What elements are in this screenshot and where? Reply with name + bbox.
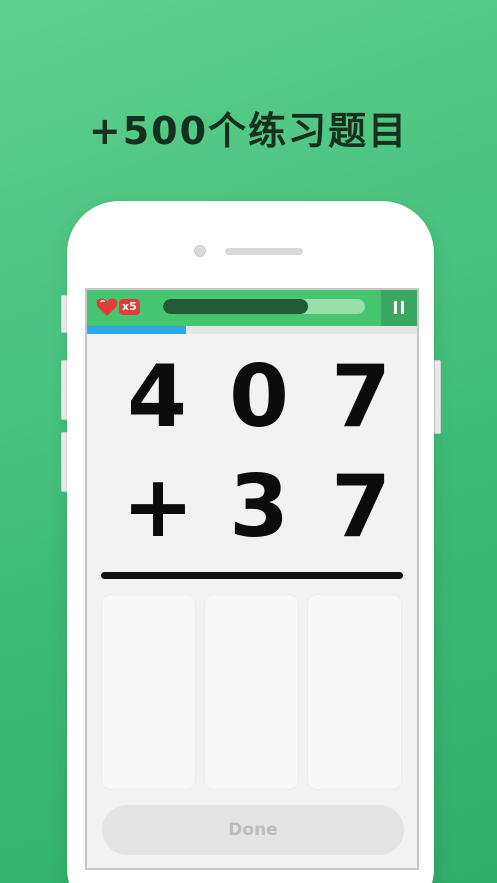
top-digit-tens: 0 bbox=[229, 347, 289, 447]
camera-icon bbox=[194, 245, 206, 257]
promo-headline: +500个练习题目 bbox=[88, 109, 409, 153]
pause-button[interactable] bbox=[381, 290, 417, 326]
sum-divider-line bbox=[101, 572, 403, 579]
speaker-grille bbox=[225, 248, 303, 255]
heart-icon bbox=[96, 298, 118, 316]
top-digit-ones: 7 bbox=[331, 347, 391, 447]
operator-plus: + bbox=[122, 457, 195, 557]
bottom-digit-tens: 3 bbox=[229, 457, 289, 557]
level-progress-bar bbox=[163, 299, 365, 314]
game-screen: x5 4 0 7 + 3 7 Done bbox=[85, 288, 419, 870]
timer-bar-fill bbox=[87, 326, 186, 334]
answer-slot-ones[interactable] bbox=[307, 594, 402, 790]
phone-power-button bbox=[434, 360, 441, 434]
game-status-bar: x5 bbox=[87, 290, 417, 326]
bottom-digit-ones: 7 bbox=[331, 457, 391, 557]
lives-count-badge: x5 bbox=[119, 299, 140, 315]
timer-bar bbox=[87, 326, 417, 334]
answer-slot-tens[interactable] bbox=[204, 594, 299, 790]
answer-slot-hundreds[interactable] bbox=[101, 594, 196, 790]
level-progress-fill bbox=[163, 299, 309, 314]
top-digit-hundreds: 4 bbox=[127, 347, 187, 447]
bottom-number: + 3 7 bbox=[87, 462, 417, 552]
done-button[interactable]: Done bbox=[102, 805, 404, 855]
top-number: 4 0 7 bbox=[87, 352, 417, 442]
